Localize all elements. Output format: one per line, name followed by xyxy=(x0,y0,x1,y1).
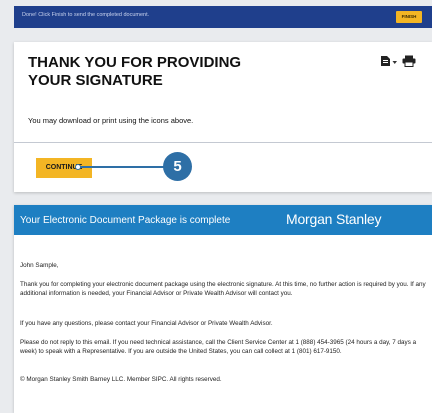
email-paragraph: Thank you for completing your electronic… xyxy=(20,281,426,297)
email-header-text: Your Electronic Document Package is comp… xyxy=(20,215,231,226)
email-greeting: John Sample, xyxy=(20,262,59,269)
email-paragraph: Please do not reply to this email. If yo… xyxy=(20,339,417,355)
continue-button[interactable]: CONTINUE xyxy=(36,158,92,178)
instruction-text: You may download or print using the icon… xyxy=(28,116,194,125)
finish-message: Done! Click Finish to send the completed… xyxy=(22,12,150,18)
email-header: Your Electronic Document Package is comp… xyxy=(14,205,432,235)
callout-anchor-dot xyxy=(75,164,81,170)
divider xyxy=(14,142,432,143)
download-icon[interactable] xyxy=(380,54,398,66)
finish-button[interactable]: FINISH xyxy=(396,11,422,23)
page-title: THANK YOU FOR PROVIDING YOUR SIGNATURE xyxy=(28,54,242,89)
top-notification-bar: Done! Click Finish to send the completed… xyxy=(14,6,432,28)
confirmation-email: Your Electronic Document Package is comp… xyxy=(14,205,432,413)
callout-connector xyxy=(78,166,164,168)
email-paragraph: If you have any questions, please contac… xyxy=(20,320,273,327)
brand-logo: Morgan Stanley xyxy=(286,211,382,227)
email-footer: © Morgan Stanley Smith Barney LLC. Membe… xyxy=(20,376,222,383)
step-badge: 5 xyxy=(163,152,192,181)
print-icon[interactable] xyxy=(402,54,416,67)
